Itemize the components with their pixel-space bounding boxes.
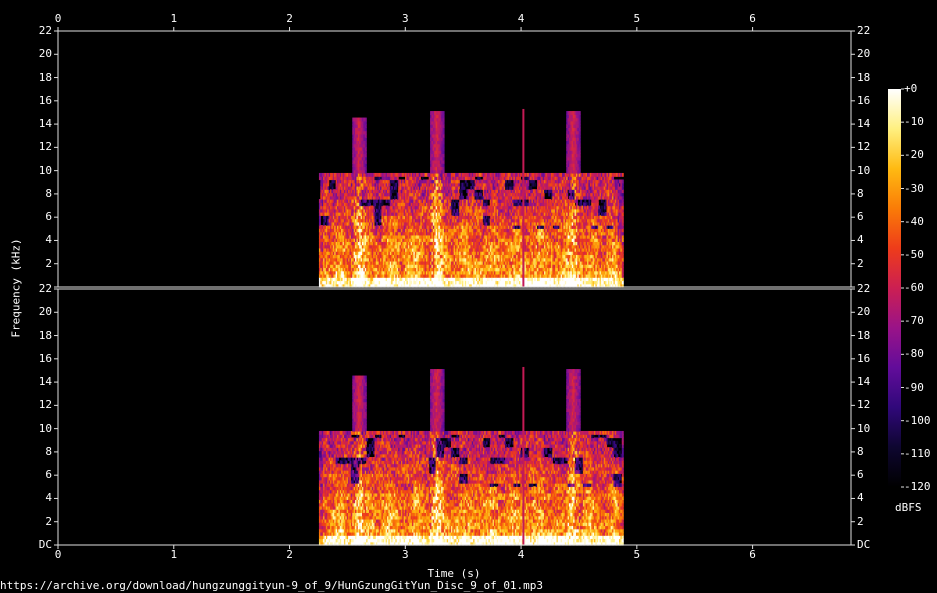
spectrogram-cell — [466, 182, 469, 187]
spectrogram-figure — [54, 27, 904, 549]
spectrogram-cell — [442, 111, 445, 115]
spectrogram-cell — [364, 117, 367, 122]
